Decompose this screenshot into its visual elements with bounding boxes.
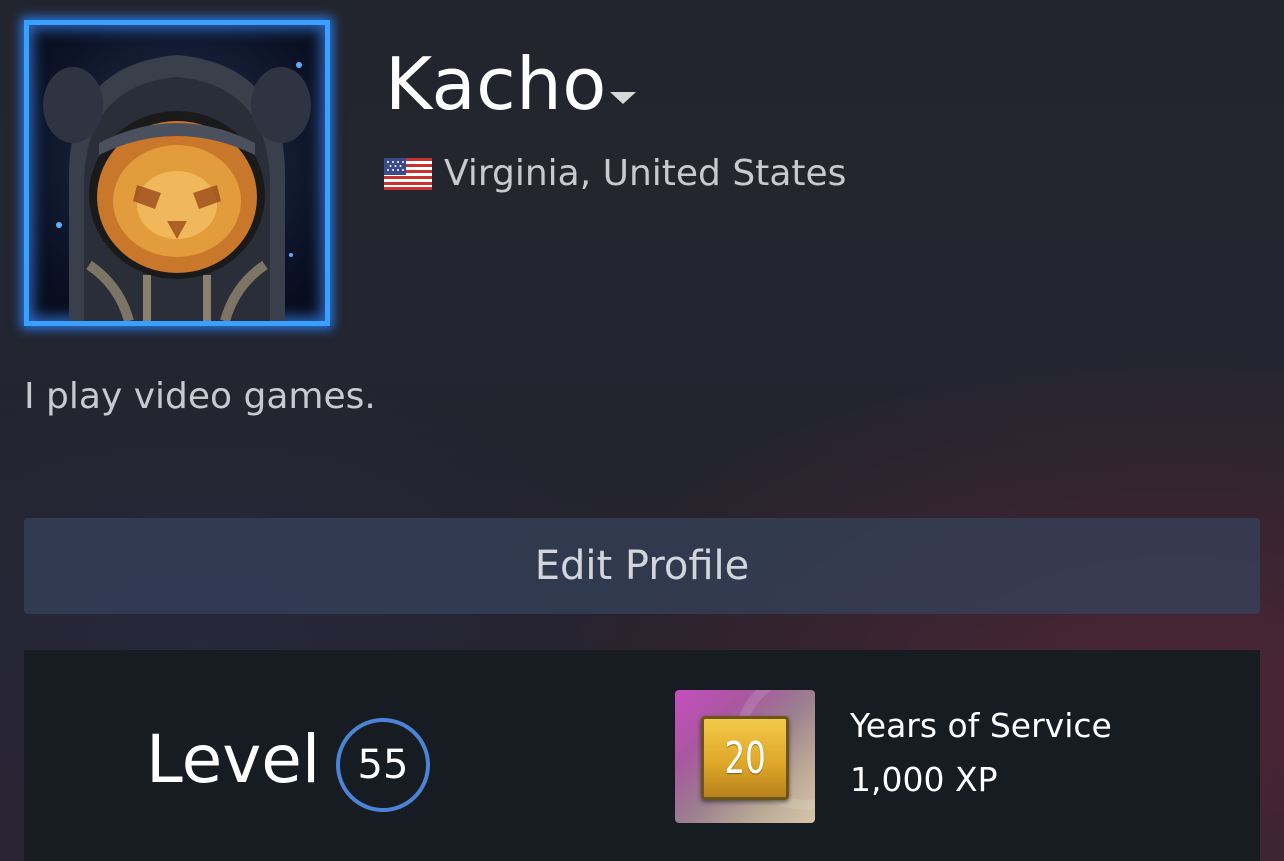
level-panel: Level 55 20 Years of Service 1,000 XP xyxy=(24,650,1260,861)
level-label: Level xyxy=(146,721,321,798)
level-number: 55 xyxy=(357,742,409,788)
edit-profile-label: Edit Profile xyxy=(534,543,750,589)
location-text: Virginia, United States xyxy=(444,153,847,194)
us-flag-icon xyxy=(384,158,432,190)
badge-title: Years of Service xyxy=(850,706,1112,745)
badge-xp: 1,000 XP xyxy=(850,760,998,799)
profile-location: Virginia, United States xyxy=(384,152,846,196)
profile-avatar[interactable] xyxy=(24,20,330,326)
profile-summary: I play video games. xyxy=(24,376,376,417)
level-badge-circle[interactable]: 55 xyxy=(336,718,430,812)
edit-profile-button[interactable]: Edit Profile xyxy=(24,518,1260,614)
username-dropdown-icon[interactable] xyxy=(610,92,636,104)
badge-number: 20 xyxy=(724,732,766,784)
profile-page: Kacho Virginia, United States I play vid… xyxy=(0,0,1284,861)
years-of-service-badge-icon[interactable]: 20 xyxy=(675,690,815,823)
profile-username: Kacho xyxy=(385,42,607,126)
badge-plate: 20 xyxy=(701,716,789,800)
space-marine-helmet-avatar-image xyxy=(43,55,311,321)
